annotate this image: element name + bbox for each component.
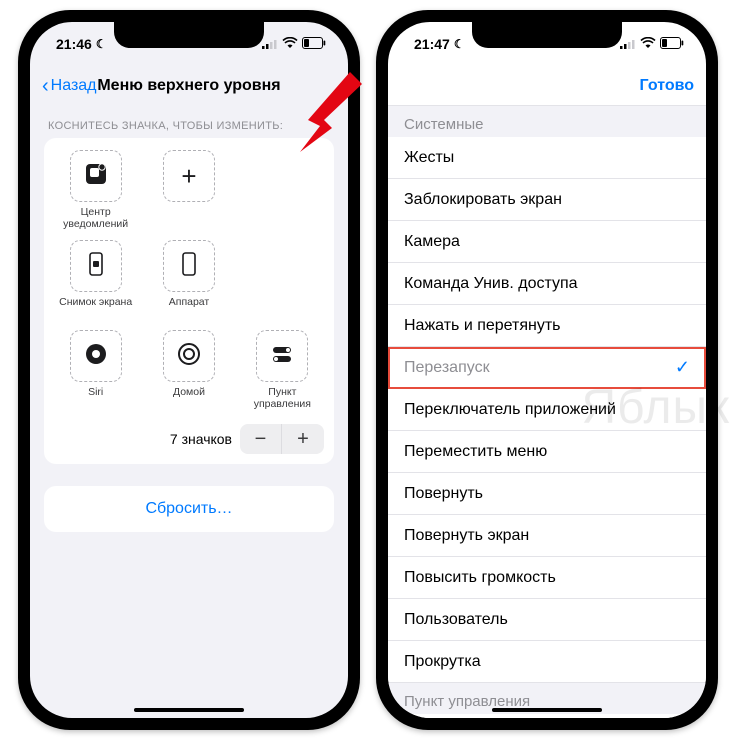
list-system: Жесты Заблокировать экран Камера Команда Ун… <box>388 137 706 683</box>
home-indicator <box>134 708 244 712</box>
phone-right: 21:47 ☾ Готово <box>376 10 718 730</box>
list-item-label: Заблокировать экран <box>404 191 562 209</box>
list-control-center: Разведение пальцевРазвести пальцы и пове… <box>388 714 706 718</box>
grid-cell-add[interactable]: + <box>147 150 230 230</box>
moon-icon: ☾ <box>96 37 107 51</box>
list-item-label: Команда Унив. доступа <box>404 275 578 293</box>
section-hint: КОСНИТЕСЬ ЗНАЧКА, ЧТОБЫ ИЗМЕНИТЬ: <box>48 120 330 132</box>
moon-icon: ☾ <box>454 37 465 51</box>
cell-label: Siri <box>88 386 103 410</box>
home-indicator <box>492 708 602 712</box>
list-item[interactable]: Переместить меню <box>388 431 706 473</box>
screenshot-icon <box>81 249 111 284</box>
reset-button[interactable]: Сбросить… <box>44 486 334 532</box>
home-icon <box>174 339 204 374</box>
page-title: Меню верхнего уровня <box>97 77 280 95</box>
list-item-label: Пользователь <box>404 611 508 629</box>
battery-icon <box>660 36 684 52</box>
list-item[interactable]: Заблокировать экран <box>388 179 706 221</box>
list-item-label: Переместить меню <box>404 443 547 461</box>
cell-label: Снимок экрана <box>59 296 132 320</box>
status-time: 21:46 <box>56 36 92 52</box>
list-item[interactable]: Переключатель приложений <box>388 389 706 431</box>
list-item-label: Повысить громкость <box>404 569 556 587</box>
list-item-label: Прокрутка <box>404 653 481 671</box>
list-item-label: Повернуть экран <box>404 527 529 545</box>
grid-cell-empty <box>241 150 324 230</box>
screen-left: 21:46 ☾ ‹ Наза <box>30 22 348 718</box>
list-item[interactable]: Повернуть <box>388 473 706 515</box>
wifi-icon <box>282 36 298 52</box>
done-label: Готово <box>640 77 694 94</box>
chevron-left-icon: ‹ <box>42 76 49 96</box>
icons-card: Центр уведомлений + <box>44 138 334 464</box>
grid-cell-notification-center[interactable]: Центр уведомлений <box>54 150 137 230</box>
siri-icon <box>81 339 111 374</box>
cell-label: Аппарат <box>169 296 209 320</box>
plus-icon: + <box>181 161 196 192</box>
grid-cell-device[interactable]: Аппарат <box>147 240 230 320</box>
grid-cell-home[interactable]: Домой <box>147 330 230 410</box>
list-item[interactable]: Камера <box>388 221 706 263</box>
back-label: Назад <box>51 77 97 95</box>
wifi-icon <box>640 36 656 52</box>
list-item[interactable]: Команда Унив. доступа <box>388 263 706 305</box>
list-item-label: Повернуть <box>404 485 483 503</box>
list-item-label: Жесты <box>404 149 454 167</box>
stepper-minus-button[interactable]: − <box>240 424 282 454</box>
cell-label: Домой <box>173 386 205 410</box>
nav-bar: Готово <box>388 66 706 106</box>
checkmark-icon: ✓ <box>675 357 690 378</box>
cell-label: Пункт управления <box>241 386 324 410</box>
device-icon <box>174 249 204 284</box>
list-item[interactable]: Повернуть экран <box>388 515 706 557</box>
count-stepper: − + <box>240 424 324 454</box>
cell-label: Центр уведомлений <box>54 206 137 230</box>
list-item-label: Нажать и перетянуть <box>404 317 561 335</box>
notification-center-icon <box>81 159 111 194</box>
section-header-system: Системные <box>388 106 706 137</box>
screen-right: 21:47 ☾ Готово <box>388 22 706 718</box>
icons-grid: Центр уведомлений + <box>54 150 324 410</box>
cellular-icon <box>620 36 636 52</box>
grid-cell-siri[interactable]: Siri <box>54 330 137 410</box>
stepper-plus-button[interactable]: + <box>282 424 324 454</box>
grid-cell-control-center[interactable]: Пункт управления <box>241 330 324 410</box>
back-button[interactable]: ‹ Назад <box>42 76 97 96</box>
count-label: 7 значков <box>170 431 232 447</box>
list-item[interactable]: Разведение пальцев <box>388 714 706 718</box>
list-item[interactable]: Повысить громкость <box>388 557 706 599</box>
grid-cell-empty <box>241 240 324 320</box>
list-item[interactable]: Прокрутка <box>388 641 706 683</box>
notch <box>472 22 622 48</box>
list-item[interactable]: Перезапуск ✓ <box>388 347 706 389</box>
nav-bar: ‹ Назад Меню верхнего уровня <box>30 66 348 106</box>
list-item-label: Переключатель приложений <box>404 401 616 419</box>
list-item[interactable]: Жесты <box>388 137 706 179</box>
status-time: 21:47 <box>414 36 450 52</box>
cellular-icon <box>262 36 278 52</box>
grid-cell-screenshot[interactable]: Снимок экрана <box>54 240 137 320</box>
count-row: 7 значков − + <box>54 424 324 454</box>
list-item-label: Перезапуск <box>404 359 490 377</box>
list-item-label: Камера <box>404 233 460 251</box>
reset-label: Сбросить… <box>145 500 232 517</box>
notch <box>114 22 264 48</box>
done-button[interactable]: Готово <box>640 77 694 95</box>
control-center-icon <box>267 339 297 374</box>
phone-left: 21:46 ☾ ‹ Наза <box>18 10 360 730</box>
battery-icon <box>302 36 326 52</box>
list-item[interactable]: Пользователь <box>388 599 706 641</box>
list-item[interactable]: Нажать и перетянуть <box>388 305 706 347</box>
